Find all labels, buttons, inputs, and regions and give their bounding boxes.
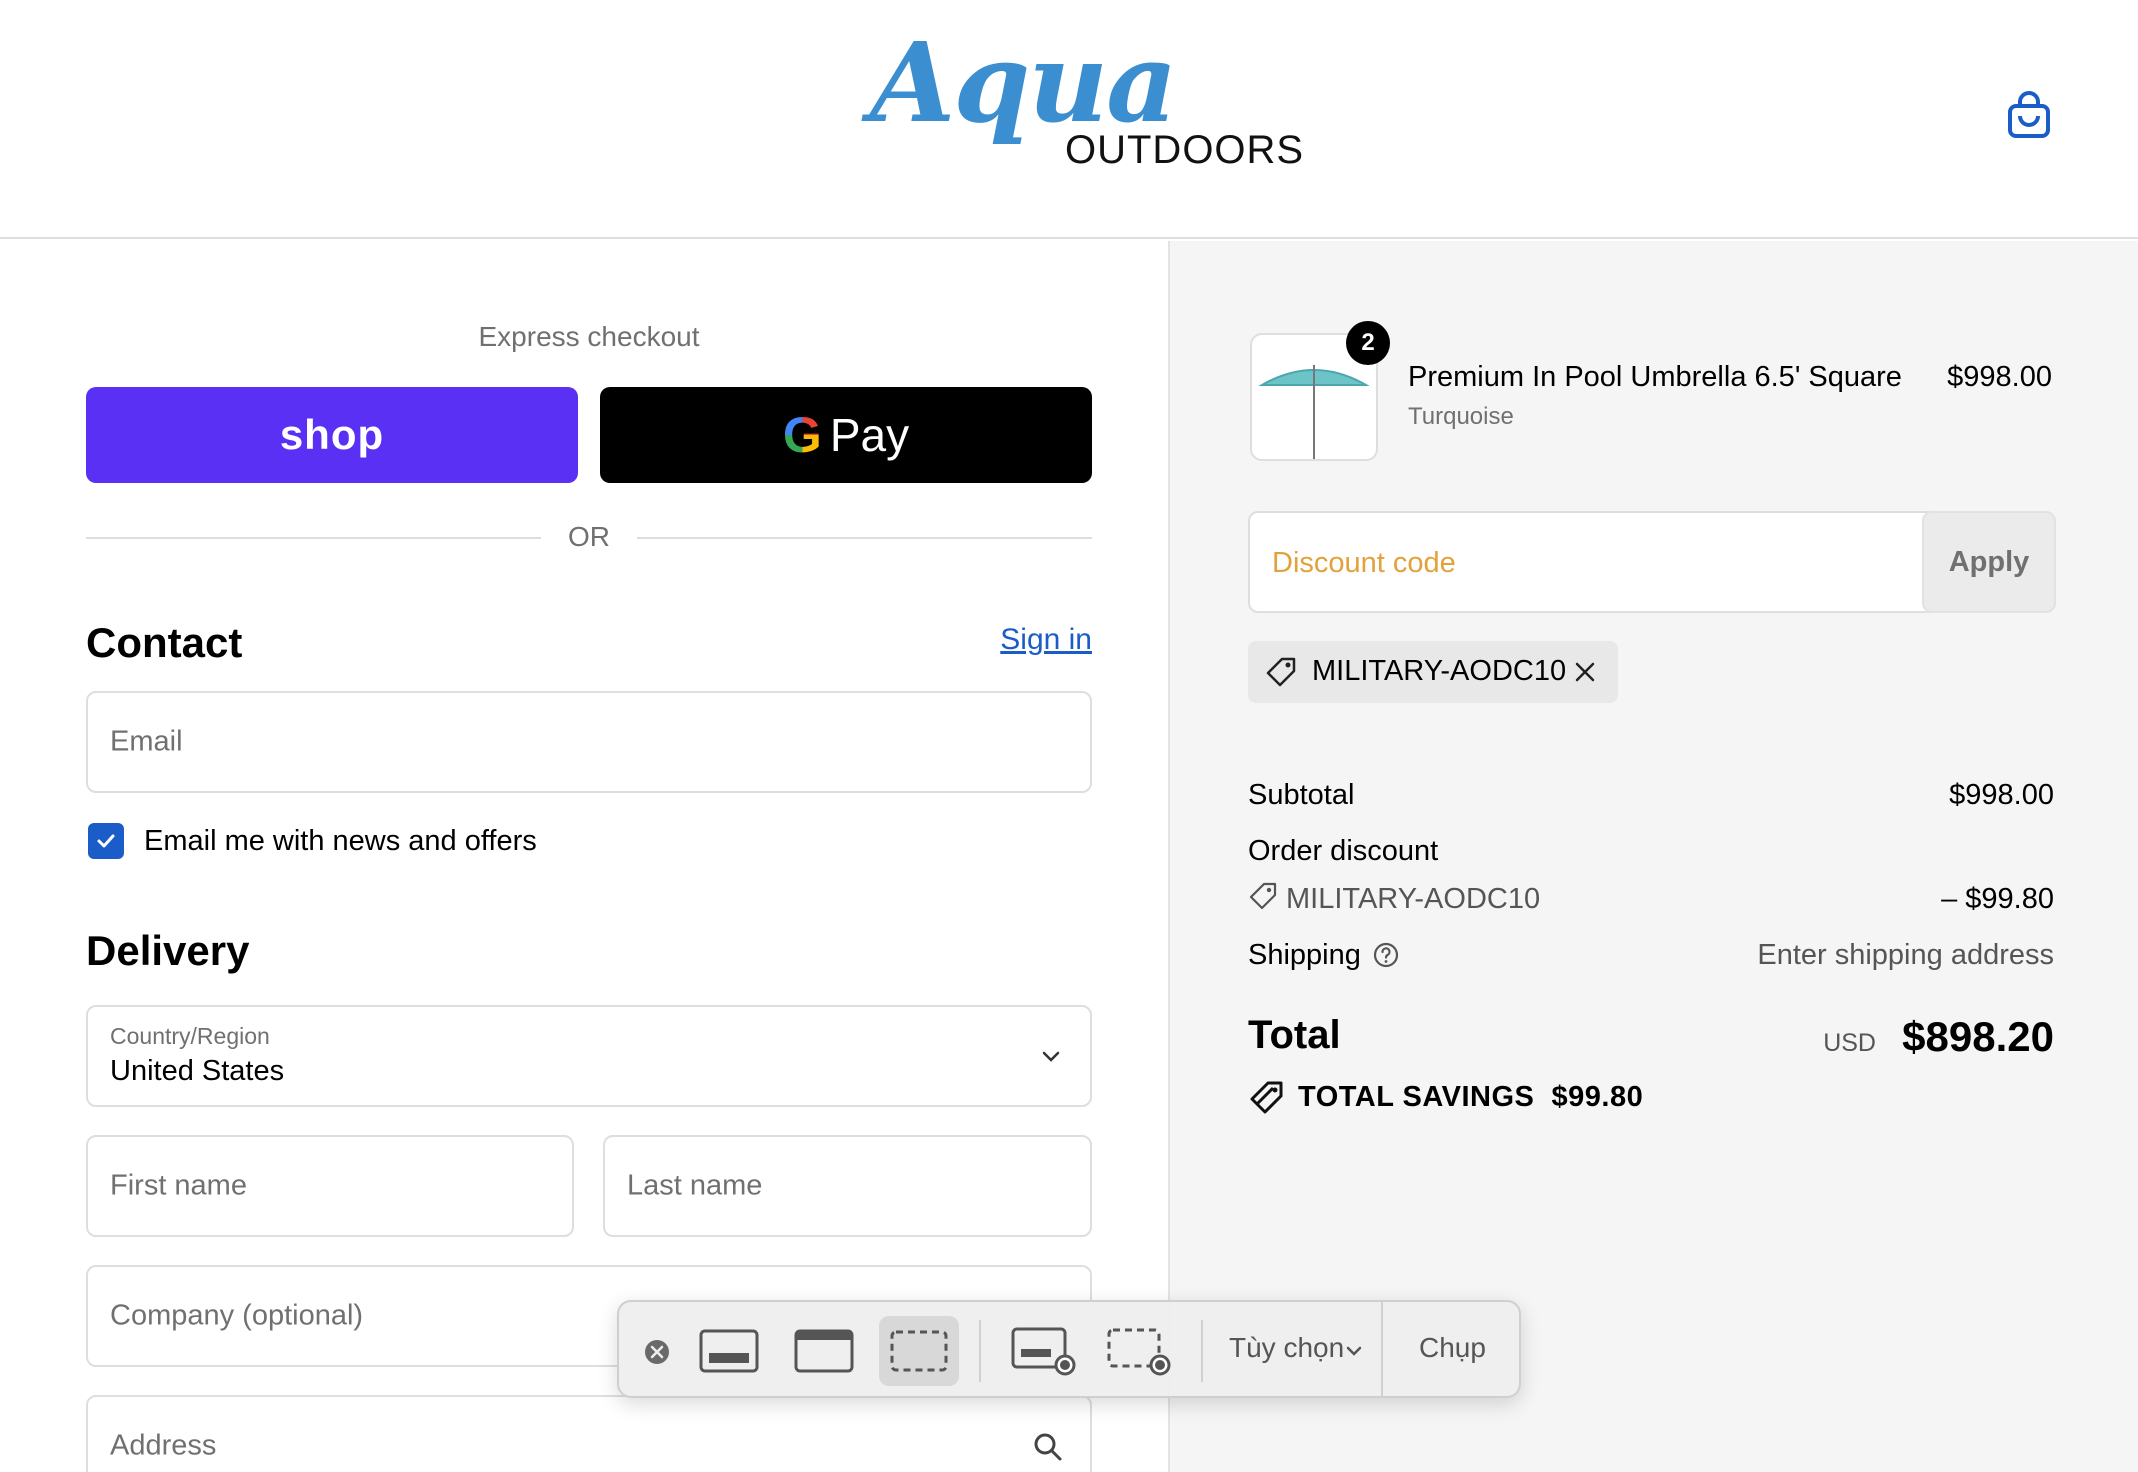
record-selection-icon <box>1107 1328 1171 1376</box>
discount-code-input[interactable]: Discount code <box>1248 511 1942 613</box>
country-select[interactable]: Country/Region United States <box>86 1005 1092 1107</box>
subtotal-label: Subtotal <box>1248 779 1355 811</box>
newsletter-checkbox[interactable] <box>88 823 124 859</box>
shopping-bag-icon[interactable] <box>2006 90 2052 140</box>
or-divider: OR <box>86 517 1092 557</box>
address-placeholder: Address <box>110 1429 217 1462</box>
order-discount-value: – $99.80 <box>1941 883 2054 915</box>
delivery-heading: Delivery <box>86 927 250 974</box>
logo-subtitle: OUTDOORS <box>1065 128 1305 172</box>
divider-right <box>637 537 1092 539</box>
express-checkout-label: Express checkout <box>478 321 700 352</box>
checkout-form: Express checkout shop G Pay OR Contact S… <box>0 241 1168 1472</box>
company-placeholder: Company (optional) <box>110 1299 364 1332</box>
google-g-icon: G <box>782 407 822 463</box>
subtotal-value: $998.00 <box>1949 779 2054 811</box>
discount-tag-icon <box>1249 882 1277 910</box>
order-summary: 2 Premium In Pool Umbrella 6.5' Square T… <box>1168 241 2138 1472</box>
selection-icon <box>890 1330 948 1372</box>
total-currency: USD <box>1823 1029 1876 1057</box>
google-pay-button[interactable]: G Pay <box>600 387 1092 483</box>
toolbar-separator <box>979 1320 981 1382</box>
capture-selection-button[interactable] <box>879 1316 959 1386</box>
product-variant: Turquoise <box>1408 403 1514 430</box>
entire-screen-icon <box>699 1329 759 1373</box>
shop-pay-button[interactable]: shop <box>86 387 578 483</box>
brand-logo[interactable]: Aqua OUTDOORS <box>870 18 1303 198</box>
apply-discount-button[interactable]: Apply <box>1922 511 2056 613</box>
record-entire-screen-button[interactable] <box>1004 1316 1084 1386</box>
logo-script: Aqua <box>870 18 1178 147</box>
chevron-down-icon <box>1042 1051 1060 1062</box>
order-discount-code: MILITARY-AODC10 <box>1286 883 1541 915</box>
record-screen-icon <box>1011 1327 1076 1376</box>
discount-placeholder: Discount code <box>1272 547 1456 579</box>
country-value: United States <box>110 1055 285 1087</box>
record-selection-button[interactable] <box>1099 1316 1179 1386</box>
toolbar-separator <box>1201 1320 1203 1382</box>
search-icon <box>1034 1433 1062 1461</box>
shipping-label: Shipping <box>1248 939 1361 971</box>
total-savings-value: $99.80 <box>1551 1081 1644 1113</box>
product-name: Premium In Pool Umbrella 6.5' Square <box>1408 361 1902 393</box>
screen-capture-toolbar: Tùy chọn Chụp <box>617 1300 1521 1398</box>
applied-discount-code: MILITARY-AODC10 <box>1312 655 1567 687</box>
first-name-input[interactable]: First name <box>86 1135 574 1237</box>
shop-pay-label: shop <box>279 411 385 458</box>
total-savings: TOTAL SAVINGS $99.80 <box>1298 1081 1643 1114</box>
email-placeholder: Email <box>110 725 183 758</box>
sign-in-link[interactable]: Sign in <box>1000 623 1092 657</box>
google-pay-label: Pay <box>829 409 910 461</box>
tag-icon <box>1266 657 1296 687</box>
options-menu[interactable]: Tùy chọn <box>1229 1332 1344 1364</box>
total-savings-label: TOTAL SAVINGS <box>1298 1081 1535 1113</box>
help-circle-icon[interactable] <box>1372 941 1400 969</box>
checkmark-icon <box>97 834 115 848</box>
newsletter-label: Email me with news and offers <box>144 825 537 857</box>
remove-discount-icon[interactable] <box>1570 657 1600 687</box>
header: Aqua OUTDOORS <box>0 0 2138 239</box>
toolbar-separator <box>1381 1302 1383 1396</box>
applied-discount-chip: MILITARY-AODC10 <box>1248 641 1618 703</box>
shipping-value: Enter shipping address <box>1757 939 2054 971</box>
contact-heading: Contact <box>86 619 243 666</box>
close-icon[interactable] <box>643 1338 671 1366</box>
email-input[interactable]: Email <box>86 691 1092 793</box>
total-label: Total <box>1248 1013 1341 1057</box>
product-price: $998.00 <box>1947 361 2052 393</box>
capture-button[interactable]: Chụp <box>1419 1332 1486 1364</box>
capture-entire-screen-button[interactable] <box>689 1316 769 1386</box>
capture-window-button[interactable] <box>784 1316 864 1386</box>
savings-tag-icon <box>1250 1081 1283 1114</box>
order-discount-label: Order discount <box>1248 835 1439 867</box>
chevron-down-icon <box>1346 1346 1362 1356</box>
total-value: $898.20 <box>1902 1013 2054 1060</box>
country-label: Country/Region <box>110 1023 270 1049</box>
window-icon <box>794 1329 854 1373</box>
quantity-badge: 2 <box>1346 321 1390 365</box>
first-name-placeholder: First name <box>110 1169 247 1202</box>
last-name-input[interactable]: Last name <box>603 1135 1092 1237</box>
address-input[interactable]: Address <box>86 1395 1092 1472</box>
last-name-placeholder: Last name <box>627 1169 763 1202</box>
